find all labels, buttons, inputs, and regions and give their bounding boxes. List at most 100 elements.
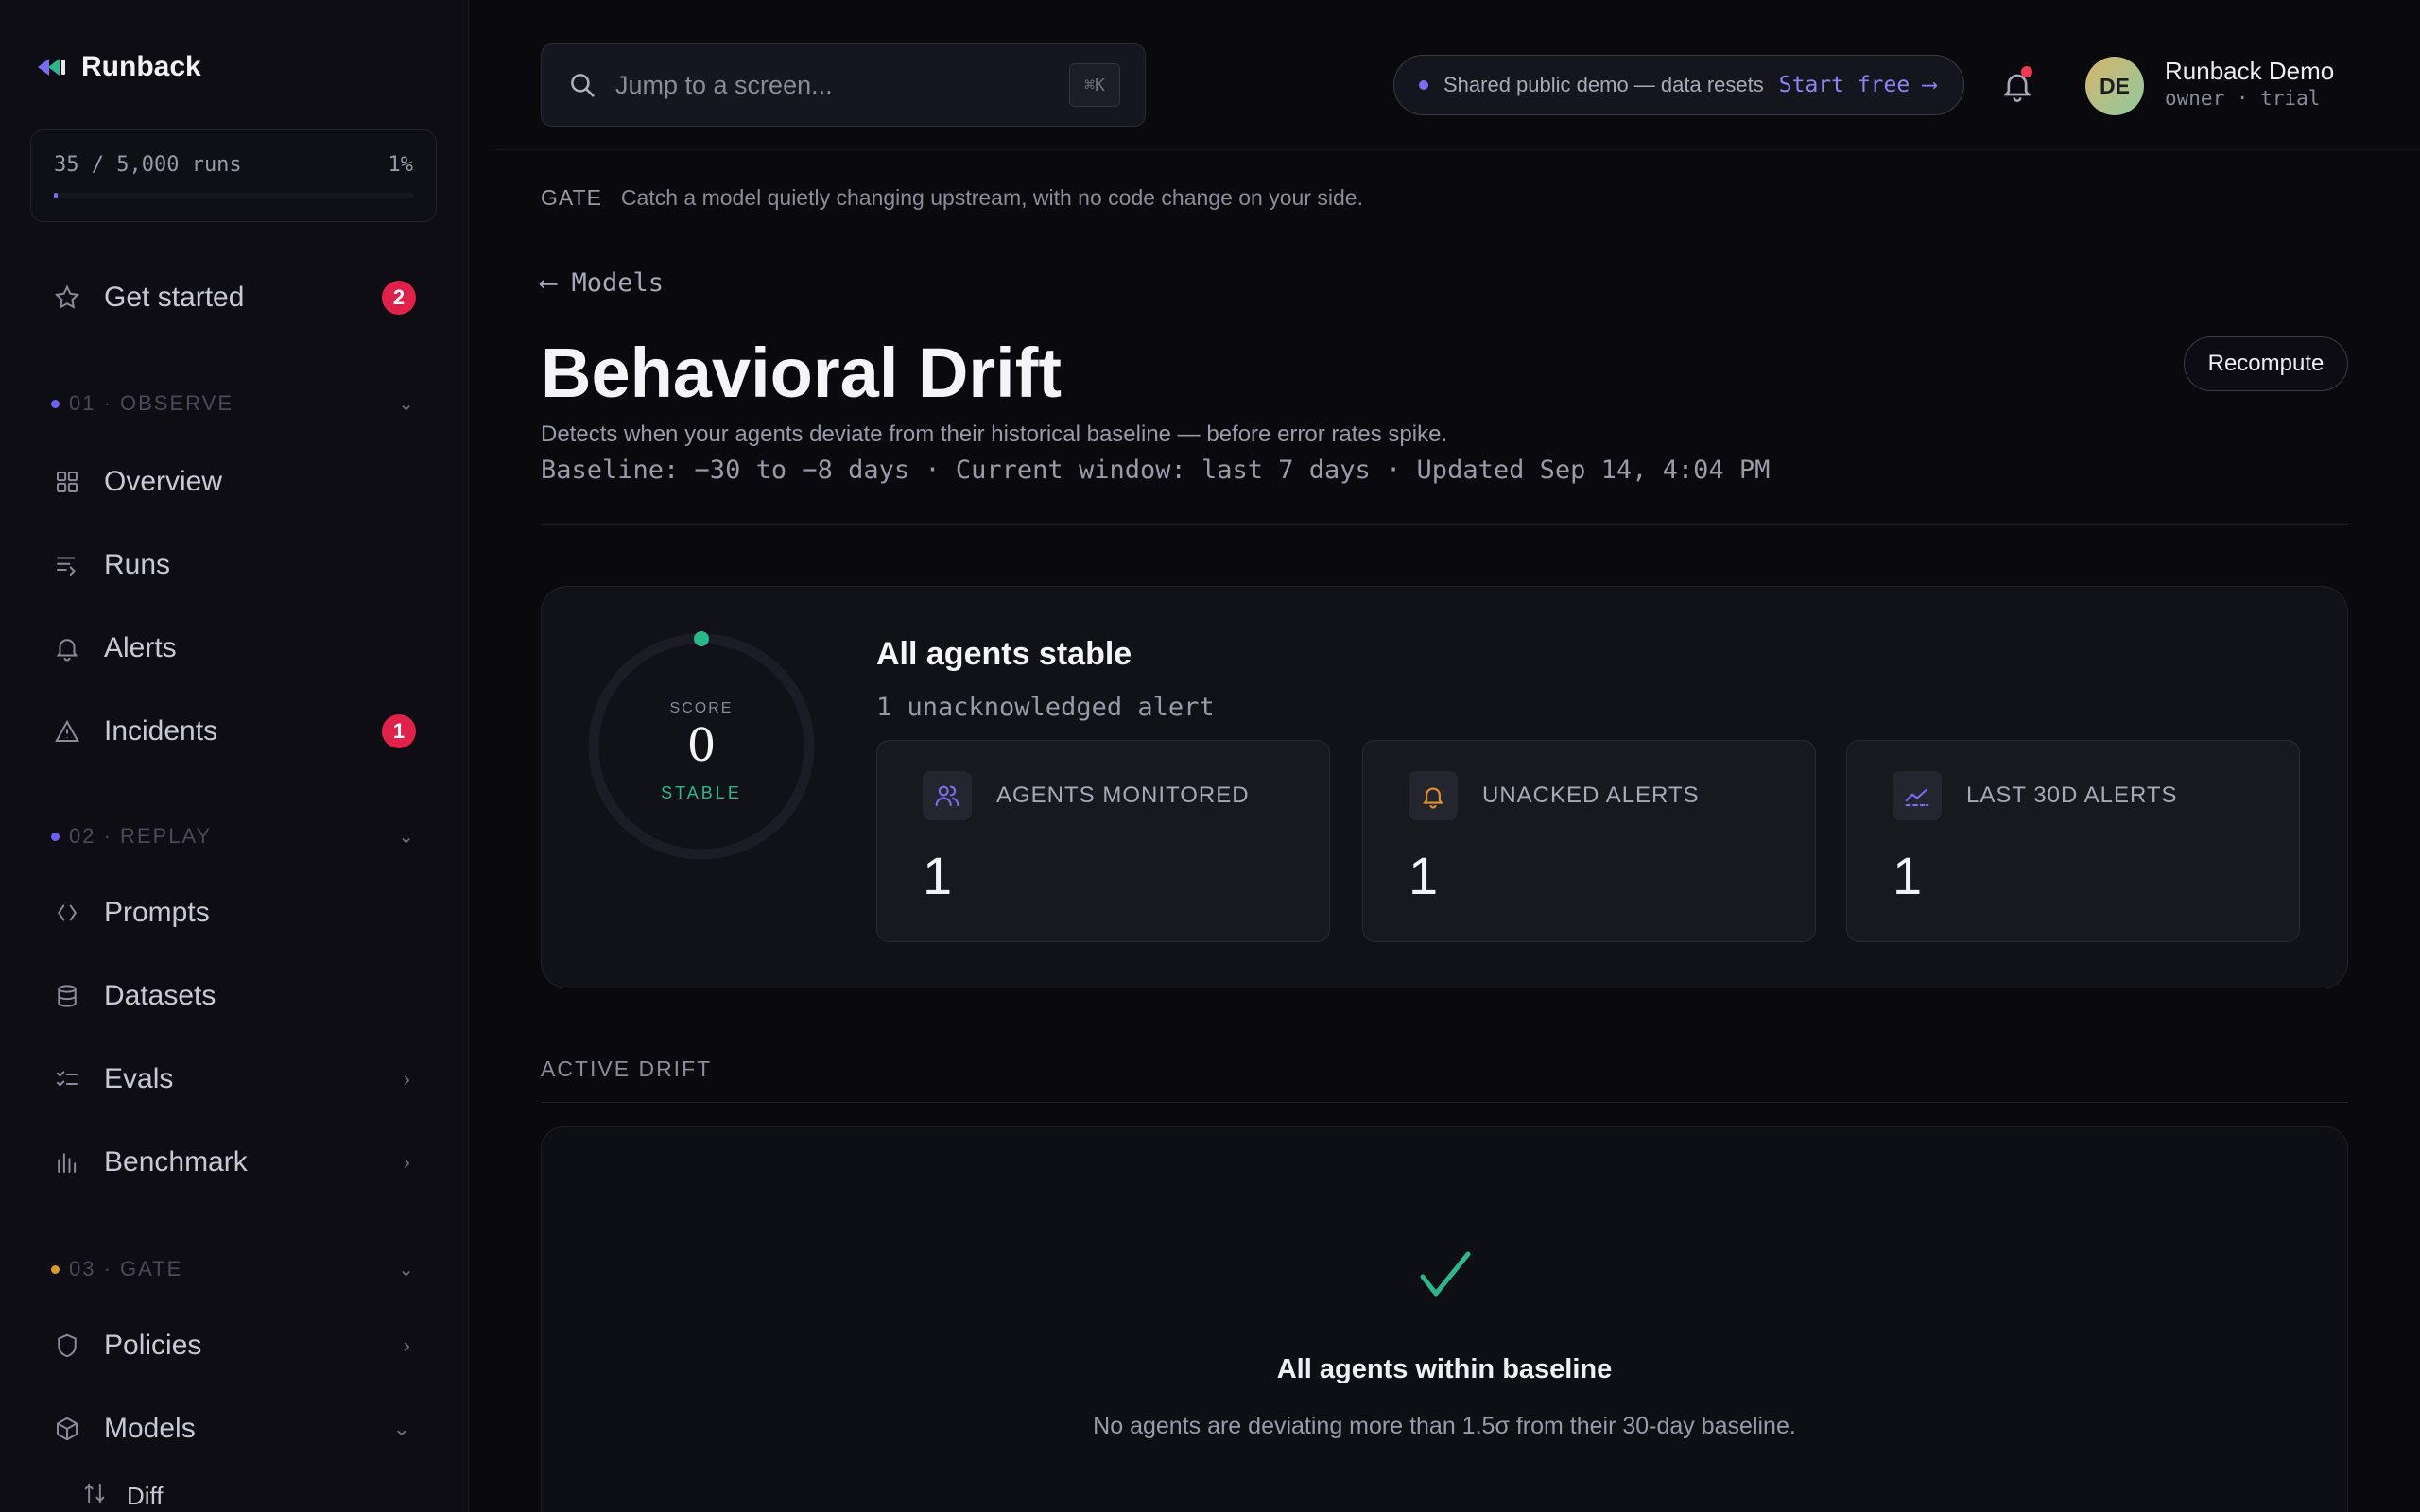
cube-icon [51, 1413, 83, 1445]
sidebar-item-models[interactable]: Models ⌄ [51, 1400, 429, 1457]
sidebar-item-get-started[interactable]: Get started 2 [51, 269, 429, 326]
avatar[interactable]: DE [2085, 57, 2144, 115]
page-meta: Baseline: −30 to −8 days · Current windo… [541, 455, 1771, 485]
sidebar-item-label: Benchmark [104, 1146, 248, 1177]
chevron-down-icon: ⌄ [398, 393, 416, 415]
sidebar-item-prompts[interactable]: Prompts [51, 885, 429, 941]
warning-icon [51, 715, 83, 747]
section-label: 01 · OBSERVE [69, 391, 233, 415]
active-drift-title: ACTIVE DRIFT [541, 1057, 713, 1081]
user-name[interactable]: Runback Demo [2165, 57, 2334, 86]
page-description: Detects when your agents deviate from th… [541, 421, 1448, 447]
score-status: STABLE [661, 783, 742, 802]
usage-track [54, 193, 413, 198]
sidebar-item-label: Models [104, 1413, 196, 1444]
user-role: owner · trial [2165, 87, 2321, 110]
diff-icon [81, 1480, 108, 1512]
section-observe[interactable]: 01 · OBSERVE ⌄ [51, 391, 429, 416]
chevron-down-icon: ⌄ [392, 1417, 410, 1440]
chevron-right-icon: › [403, 1067, 410, 1091]
checklist-icon [51, 1063, 83, 1095]
sidebar-item-label: Evals [104, 1063, 174, 1094]
sidebar-item-datasets[interactable]: Datasets [51, 968, 429, 1024]
section-gate[interactable]: 03 · GATE ⌄ [51, 1257, 429, 1281]
stat-label: LAST 30D ALERTS [1966, 782, 2178, 808]
divider [495, 149, 2420, 150]
sidebar-item-benchmark[interactable]: Benchmark › [51, 1134, 429, 1191]
sidebar-item-overview[interactable]: Overview [51, 454, 429, 510]
chevron-right-icon: › [403, 1333, 410, 1357]
recompute-button[interactable]: Recompute [2184, 336, 2348, 391]
sidebar-item-evals[interactable]: Evals › [51, 1051, 429, 1108]
sidebar-item-label: Overview [104, 466, 223, 497]
bell-icon [1409, 771, 1458, 820]
chevron-right-icon: › [403, 1150, 410, 1174]
page-title: Behavioral Drift [541, 334, 1063, 412]
trend-icon [1893, 771, 1942, 820]
usage-meter: 35 / 5,000 runs 1% [30, 129, 437, 222]
empty-subtitle: No agents are deviating more than 1.5σ f… [1093, 1413, 1796, 1439]
gate-description: Catch a model quietly changing upstream,… [620, 185, 1363, 210]
shortcut-hint: ⌘K [1069, 63, 1120, 107]
rewind-logo-icon [32, 49, 68, 85]
score-value: 0 [686, 719, 717, 772]
sidebar-item-label: Runs [104, 549, 171, 580]
section-label: 02 · REPLAY [69, 824, 213, 848]
section-replay[interactable]: 02 · REPLAY ⌄ [51, 824, 429, 849]
section-dot [51, 1264, 60, 1274]
notification-dot [2021, 66, 2032, 77]
app-name: Runback [81, 51, 201, 82]
sidebar-item-label: Alerts [104, 632, 177, 663]
demo-banner: Shared public demo — data resets Start f… [1393, 55, 1964, 115]
status-subline: 1 unacknowledged alert [876, 693, 1215, 722]
gauge-indicator [694, 631, 709, 646]
checkmark-icon [1420, 1251, 1471, 1297]
sidebar-item-incidents[interactable]: Incidents 1 [51, 703, 429, 760]
bell-icon [51, 632, 83, 664]
star-icon [51, 282, 83, 314]
section-dot [51, 832, 60, 841]
back-link[interactable]: ⟵ Models [541, 268, 664, 298]
stat-label: AGENTS MONITORED [996, 782, 1250, 808]
search-placeholder: Jump to a screen... [615, 70, 833, 99]
sidebar: Runback 35 / 5,000 runs 1% Get started 2… [0, 0, 469, 1512]
stat-value: 1 [1409, 846, 1439, 905]
sidebar-item-alerts[interactable]: Alerts [51, 620, 429, 677]
search-icon [566, 69, 598, 101]
sidebar-item-runs[interactable]: Runs [51, 537, 429, 593]
get-started-badge: 2 [382, 281, 416, 315]
score-label: SCORE [669, 700, 734, 716]
active-drift-empty-state: All agents within baseline No agents are… [541, 1126, 2348, 1512]
users-icon [923, 771, 972, 820]
sidebar-item-label: Get started [104, 282, 245, 313]
start-free-link[interactable]: Start free ⟶ [1779, 73, 1936, 97]
section-dot [51, 399, 60, 408]
sidebar-subitem-diff[interactable]: Diff [81, 1480, 164, 1512]
status-headline: All agents stable [876, 636, 1132, 672]
divider [541, 1102, 2348, 1103]
sidebar-subitem-label: Diff [127, 1482, 164, 1510]
usage-fill [54, 193, 58, 198]
section-label: 03 · GATE [69, 1257, 183, 1280]
grid-icon [51, 466, 83, 498]
sidebar-item-label: Datasets [104, 980, 216, 1011]
shield-icon [51, 1330, 83, 1362]
usage-percent: 1% [388, 153, 414, 177]
stat-unacked-alerts: UNACKED ALERTS 1 [1362, 740, 1816, 942]
stat-value: 1 [923, 846, 953, 905]
sidebar-item-policies[interactable]: Policies › [51, 1317, 429, 1374]
stat-agents-monitored: AGENTS MONITORED 1 [876, 740, 1330, 942]
incidents-badge: 1 [382, 714, 416, 748]
stat-label: UNACKED ALERTS [1482, 782, 1700, 808]
sidebar-item-label: Prompts [104, 897, 210, 928]
usage-text: 35 / 5,000 runs [54, 153, 242, 177]
gate-tag: GATE [541, 185, 602, 210]
brand[interactable]: Runback [32, 49, 201, 85]
sidebar-item-label: Incidents [104, 715, 218, 747]
chevron-down-icon: ⌄ [398, 826, 416, 848]
list-arrow-icon [51, 549, 83, 581]
code-icon [51, 897, 83, 929]
search-input[interactable]: Jump to a screen... ⌘K [541, 43, 1146, 127]
section-context: GATE Catch a model quietly changing upstr… [541, 185, 1363, 211]
chevron-down-icon: ⌄ [398, 1259, 416, 1280]
